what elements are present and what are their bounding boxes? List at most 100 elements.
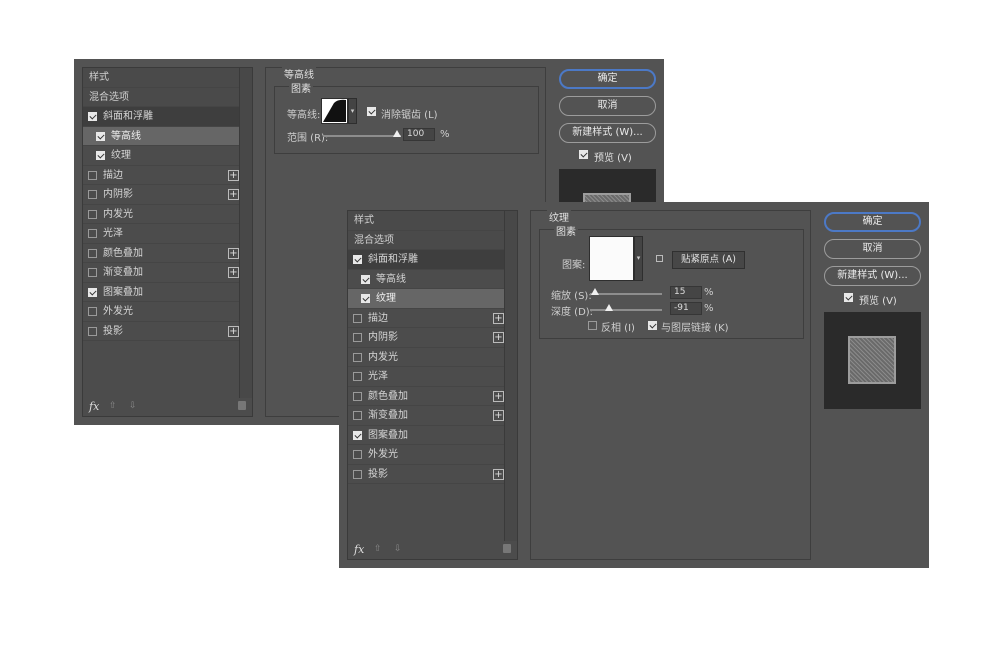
add-instance-icon[interactable]: + — [228, 247, 239, 259]
depth-slider[interactable] — [590, 309, 662, 311]
move-up-icon[interactable]: ⇧ — [109, 401, 117, 411]
scale-slider[interactable] — [590, 293, 662, 295]
style-item[interactable]: 外发光 — [348, 445, 506, 465]
style-item[interactable]: 纹理 — [83, 146, 241, 166]
style-checkbox[interactable] — [353, 450, 362, 459]
style-checkbox[interactable] — [88, 248, 97, 258]
style-checkbox[interactable] — [353, 333, 362, 342]
style-checkbox[interactable] — [88, 112, 97, 121]
style-item[interactable]: 内阴影 + — [348, 328, 506, 348]
style-checkbox[interactable] — [353, 372, 362, 381]
style-checkbox[interactable] — [353, 255, 362, 264]
style-item[interactable]: 内阴影 + — [83, 185, 241, 205]
add-instance-icon[interactable]: + — [493, 468, 504, 480]
antialias-checkbox[interactable] — [367, 107, 376, 116]
cancel-button[interactable]: 取消 — [824, 239, 921, 259]
style-checkbox[interactable] — [88, 287, 97, 297]
range-input[interactable]: 100 — [403, 128, 435, 141]
style-checkbox[interactable] — [88, 268, 97, 277]
style-checkbox[interactable] — [361, 274, 370, 284]
style-checkbox[interactable] — [96, 151, 105, 160]
style-item[interactable]: 图案叠加 — [348, 426, 506, 445]
style-item[interactable]: 内发光 — [348, 348, 506, 367]
style-checkbox[interactable] — [353, 430, 362, 440]
style-item[interactable]: 斜面和浮雕 — [83, 107, 241, 127]
range-slider-knob[interactable] — [393, 130, 401, 137]
style-item[interactable]: 描边 + — [83, 166, 241, 185]
contour-dropdown[interactable]: ▾ — [348, 98, 357, 124]
style-checkbox[interactable] — [353, 411, 362, 420]
style-checkbox[interactable] — [353, 352, 362, 362]
add-instance-icon[interactable]: + — [228, 325, 239, 337]
styles-header[interactable]: 样式 — [348, 211, 506, 231]
depth-slider-knob[interactable] — [605, 304, 613, 311]
style-checkbox[interactable] — [96, 131, 105, 141]
style-checkbox[interactable] — [88, 190, 97, 199]
blend-options-item[interactable]: 混合选项 — [348, 230, 506, 250]
style-checkbox[interactable] — [88, 170, 97, 180]
scale-input[interactable]: 15 — [670, 286, 702, 299]
move-down-icon[interactable]: ⇩ — [394, 544, 402, 554]
style-item[interactable]: 斜面和浮雕 — [348, 250, 506, 270]
new-preset-icon[interactable] — [656, 255, 663, 262]
pattern-thumbnail[interactable] — [589, 236, 634, 281]
fx-button[interactable]: fx — [354, 543, 364, 556]
ok-button[interactable]: 确定 — [824, 212, 921, 232]
style-checkbox[interactable] — [88, 326, 97, 336]
cancel-button[interactable]: 取消 — [559, 96, 656, 116]
styles-scrollbar[interactable] — [504, 211, 517, 541]
style-item[interactable]: 内发光 — [83, 205, 241, 224]
styles-scrollbar[interactable] — [239, 68, 252, 398]
add-instance-icon[interactable]: + — [493, 332, 504, 343]
move-up-icon[interactable]: ⇧ — [374, 544, 382, 554]
add-instance-icon[interactable]: + — [493, 312, 504, 324]
range-slider[interactable] — [323, 135, 401, 137]
add-instance-icon[interactable]: + — [228, 189, 239, 200]
styles-footer: fx ⇧ ⇩ — [83, 396, 252, 416]
style-item[interactable]: 外发光 — [83, 302, 241, 322]
styles-header[interactable]: 样式 — [83, 68, 241, 88]
style-item[interactable]: 光泽 — [348, 367, 506, 387]
fx-button[interactable]: fx — [89, 400, 99, 413]
style-item[interactable]: 颜色叠加 + — [348, 387, 506, 406]
style-checkbox[interactable] — [361, 294, 370, 303]
add-instance-icon[interactable]: + — [493, 390, 504, 402]
pattern-label: 图案: — [562, 260, 586, 271]
depth-input[interactable]: -91 — [670, 302, 702, 315]
preview-checkbox[interactable] — [844, 293, 853, 302]
snap-origin-button[interactable]: 贴紧原点 (A) — [672, 251, 745, 269]
add-instance-icon[interactable]: + — [228, 169, 239, 181]
style-checkbox[interactable] — [353, 313, 362, 323]
link-layer-checkbox[interactable] — [648, 321, 657, 330]
style-checkbox[interactable] — [88, 229, 97, 238]
style-item[interactable]: 纹理 — [348, 289, 506, 309]
add-instance-icon[interactable]: + — [493, 410, 504, 421]
style-item[interactable]: 渐变叠加 + — [348, 406, 506, 426]
preview-checkbox[interactable] — [579, 150, 588, 159]
scale-slider-knob[interactable] — [591, 288, 599, 295]
style-item[interactable]: 光泽 — [83, 224, 241, 244]
move-down-icon[interactable]: ⇩ — [129, 401, 137, 411]
pattern-dropdown[interactable]: ▾ — [634, 236, 643, 281]
style-checkbox[interactable] — [353, 391, 362, 401]
ok-button[interactable]: 确定 — [559, 69, 656, 89]
new-style-button[interactable]: 新建样式 (W)... — [559, 123, 656, 143]
style-checkbox[interactable] — [88, 307, 97, 316]
add-instance-icon[interactable]: + — [228, 267, 239, 278]
style-item[interactable]: 描边 + — [348, 309, 506, 328]
contour-thumbnail[interactable] — [321, 98, 348, 124]
style-checkbox[interactable] — [353, 469, 362, 479]
blend-options-item[interactable]: 混合选项 — [83, 87, 241, 107]
style-item[interactable]: 等高线 — [348, 270, 506, 289]
style-item[interactable]: 颜色叠加 + — [83, 244, 241, 263]
style-item[interactable]: 渐变叠加 + — [83, 263, 241, 283]
style-checkbox[interactable] — [88, 209, 97, 219]
style-item[interactable]: 投影 + — [83, 322, 241, 341]
trash-icon[interactable] — [238, 401, 246, 410]
style-item[interactable]: 图案叠加 — [83, 283, 241, 302]
style-item[interactable]: 投影 + — [348, 465, 506, 484]
invert-checkbox[interactable] — [588, 321, 597, 330]
new-style-button[interactable]: 新建样式 (W)... — [824, 266, 921, 286]
style-item[interactable]: 等高线 — [83, 126, 241, 146]
trash-icon[interactable] — [503, 544, 511, 553]
